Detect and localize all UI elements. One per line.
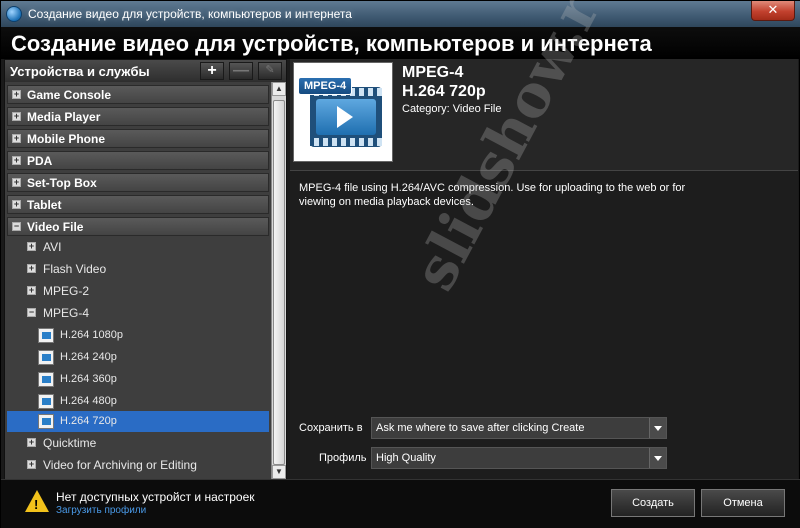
- tree-subcategory[interactable]: − MPEG-4: [7, 303, 269, 324]
- video-file-icon: [38, 328, 54, 343]
- tree-subcategory[interactable]: + Flash Video: [7, 259, 269, 280]
- preset-label: H.264 1080p: [60, 329, 123, 341]
- tree-category[interactable]: + PDA: [7, 151, 269, 170]
- footer: ! Нет доступных устройст и настроек Загр…: [1, 479, 800, 528]
- preset-label: H.264 480p: [60, 395, 117, 407]
- collapse-icon[interactable]: −: [27, 308, 36, 317]
- details-panel: MPEG-4 MPEG-4 H.264 720p Category: Video…: [290, 0, 798, 479]
- preset-item[interactable]: H.264 1080p: [7, 325, 269, 346]
- close-button[interactable]: ✕: [751, 1, 795, 21]
- video-file-icon: [38, 414, 54, 429]
- tree-subcategory[interactable]: + Video for Archiving or Editing: [7, 455, 269, 476]
- tree-category-label: Mobile Phone: [27, 132, 105, 146]
- collapse-icon[interactable]: −: [12, 222, 21, 231]
- warning-mark: !: [34, 497, 39, 512]
- expand-icon[interactable]: +: [12, 200, 21, 209]
- preset-item[interactable]: H.264 480p: [7, 391, 269, 412]
- cancel-button[interactable]: Отмена: [701, 489, 785, 517]
- expand-icon[interactable]: +: [12, 90, 21, 99]
- add-button[interactable]: +: [200, 62, 224, 80]
- download-profiles-link[interactable]: Загрузить профили: [56, 505, 146, 516]
- play-icon: [337, 106, 353, 128]
- preset-label: H.264 360p: [60, 373, 117, 385]
- format-badge: MPEG-4: [298, 77, 353, 95]
- remove-button[interactable]: —: [229, 62, 253, 80]
- expand-icon[interactable]: +: [27, 286, 36, 295]
- profile-value: High Quality: [376, 452, 436, 464]
- film-icon: [310, 87, 382, 147]
- title-bar: Создание видео для устройств, компьютеро…: [1, 1, 800, 27]
- preset-item[interactable]: H.264 240p: [7, 347, 269, 368]
- header: Создание видео для устройств, компьютеро…: [1, 27, 800, 59]
- preset-name: H.264 720p: [402, 83, 486, 100]
- devices-panel-title: Устройства и службы: [10, 64, 150, 79]
- tree-category-label: Set-Top Box: [27, 176, 97, 190]
- window-title: Создание видео для устройств, компьютеро…: [28, 7, 352, 21]
- video-file-icon: [38, 350, 54, 365]
- preset-item-selected[interactable]: H.264 720p: [7, 411, 269, 432]
- scroll-up-icon[interactable]: ▲: [272, 82, 286, 96]
- save-to-label: Сохранить в: [299, 422, 363, 434]
- tree-subcategory-label: Video for Archiving or Editing: [43, 458, 197, 472]
- tree-category[interactable]: + Set-Top Box: [7, 173, 269, 192]
- expand-icon[interactable]: +: [27, 264, 36, 273]
- tree-subcategory-label: Quicktime: [43, 436, 97, 450]
- tree-category-label: Media Player: [27, 110, 101, 124]
- tree-category-label: Game Console: [27, 88, 112, 102]
- expand-icon[interactable]: +: [12, 156, 21, 165]
- expand-icon[interactable]: +: [12, 134, 21, 143]
- preset-thumbnail: MPEG-4: [293, 62, 393, 162]
- edit-button[interactable]: ✎: [258, 62, 282, 80]
- tree-scrollbar[interactable]: ▲ ▼: [271, 82, 286, 480]
- tree-category[interactable]: + Tablet: [7, 195, 269, 214]
- tree-category[interactable]: + Media Player: [7, 107, 269, 126]
- tree-subcategory-label: Flash Video: [43, 262, 107, 276]
- chevron-down-icon[interactable]: [649, 448, 666, 468]
- tree-category[interactable]: − Video File: [7, 217, 269, 236]
- profile-select[interactable]: High Quality: [371, 447, 667, 469]
- save-location-select[interactable]: Ask me where to save after clicking Crea…: [371, 417, 667, 439]
- video-file-icon: [38, 372, 54, 387]
- save-location-value: Ask me where to save after clicking Crea…: [376, 422, 585, 434]
- tree-subcategory[interactable]: + Quicktime: [7, 433, 269, 454]
- chevron-down-icon[interactable]: [649, 418, 666, 438]
- devices-panel: Устройства и службы + — ✎ + Game Console…: [4, 59, 287, 480]
- tree-subcategory[interactable]: + AVI: [7, 237, 269, 258]
- tree-subcategory-label: MPEG-2: [43, 284, 90, 298]
- tree-category-label: PDA: [27, 154, 53, 168]
- app-icon: [6, 6, 22, 22]
- preset-label: H.264 720p: [60, 415, 117, 427]
- tree-subcategory-label: MPEG-4: [43, 306, 90, 320]
- devices-panel-header: Устройства и службы + — ✎: [5, 60, 286, 82]
- expand-icon[interactable]: +: [27, 242, 36, 251]
- app-window: Создание видео для устройств, компьютеро…: [0, 0, 800, 528]
- tree-category-label: Video File: [27, 220, 84, 234]
- preset-item[interactable]: H.264 360p: [7, 369, 269, 390]
- expand-icon[interactable]: +: [12, 178, 21, 187]
- tree-category-label: Tablet: [27, 198, 62, 212]
- profile-label: Профиль: [319, 452, 367, 464]
- scroll-down-icon[interactable]: ▼: [272, 465, 286, 479]
- format-name: MPEG-4: [402, 64, 464, 81]
- scrollbar-thumb[interactable]: [273, 100, 285, 465]
- tree-subcategory[interactable]: + MPEG-2: [7, 281, 269, 302]
- warning-text: Нет доступных устройст и настроек: [56, 490, 255, 504]
- expand-icon[interactable]: +: [12, 112, 21, 121]
- expand-icon[interactable]: +: [27, 438, 36, 447]
- preset-label: H.264 240p: [60, 351, 117, 363]
- device-tree: + Game Console + Media Player + Mobile P…: [5, 82, 271, 480]
- tree-category[interactable]: + Game Console: [7, 85, 269, 104]
- video-file-icon: [38, 394, 54, 409]
- tree-category[interactable]: + Mobile Phone: [7, 129, 269, 148]
- create-button[interactable]: Создать: [611, 489, 695, 517]
- expand-icon[interactable]: +: [27, 460, 36, 469]
- tree-subcategory-label: AVI: [43, 240, 62, 254]
